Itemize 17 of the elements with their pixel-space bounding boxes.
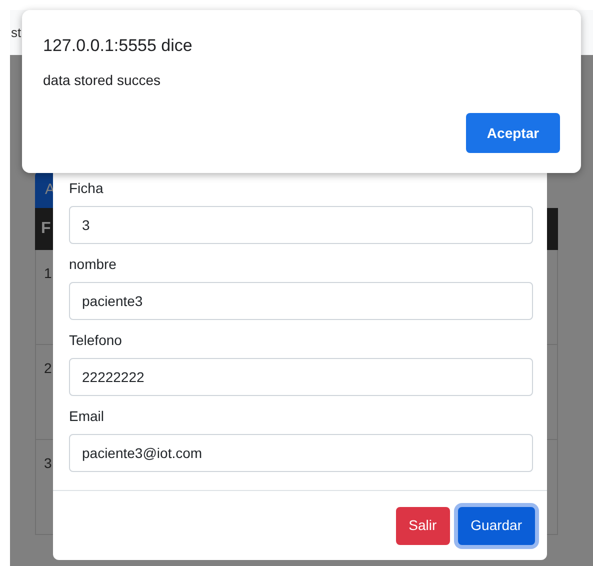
input-field[interactable]: paciente3@iot.com	[69, 434, 533, 472]
page-heading: st	[10, 24, 22, 42]
accept-button[interactable]: Aceptar	[466, 113, 560, 153]
input-field[interactable]: 22222222	[69, 358, 533, 396]
alert-message: data stored succes	[43, 71, 162, 90]
table-cell: 3	[44, 455, 52, 471]
alert-title: 127.0.0.1:5555 dice	[43, 35, 194, 57]
table-cell: 2	[44, 360, 52, 376]
table-cell: 1	[44, 265, 52, 281]
input-field[interactable]: paciente3	[69, 282, 533, 320]
input-field[interactable]: 3	[69, 206, 533, 244]
field-label: Telefono	[69, 331, 123, 350]
field-label: Email	[69, 407, 106, 426]
field-label: nombre	[69, 255, 118, 274]
field-label: Ficha	[69, 179, 104, 198]
column-header: F	[41, 219, 51, 239]
exit-button[interactable]: Salir	[396, 506, 450, 544]
